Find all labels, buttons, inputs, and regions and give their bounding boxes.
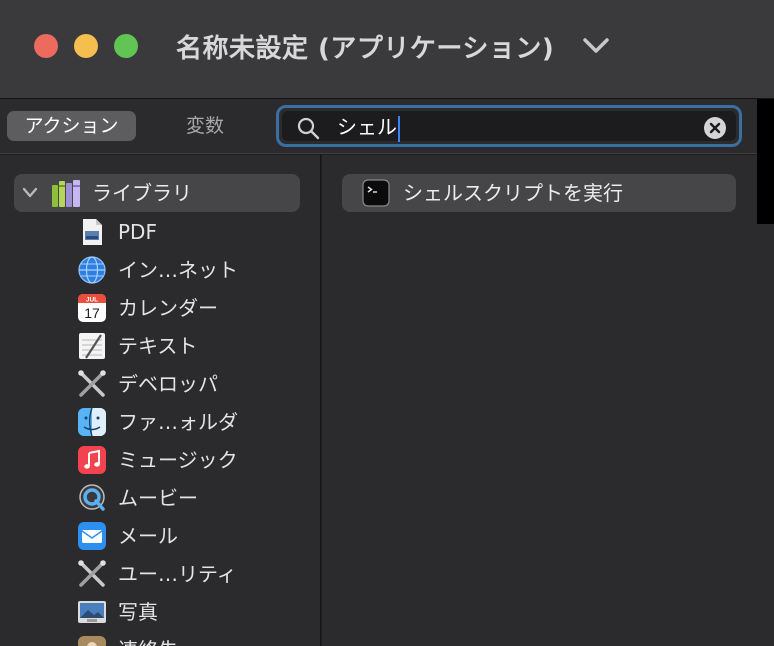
sidebar-item-label: カレンダー: [118, 296, 218, 320]
close-icon: [709, 122, 721, 134]
search-icon: [297, 117, 320, 140]
sidebar-item-pdf[interactable]: PDF: [77, 215, 317, 249]
sidebar-item-text[interactable]: テキスト: [77, 329, 317, 363]
contacts-icon: [78, 636, 106, 646]
search-input-value: シェル: [337, 115, 397, 139]
chevron-down-icon[interactable]: [22, 186, 38, 200]
search-field[interactable]: シェル: [276, 105, 742, 147]
sidebar-item-label: デベロッパ: [118, 372, 218, 396]
sidebar-item-label: 写真: [118, 600, 158, 624]
sidebar-item-label: ユー…リティ: [118, 562, 237, 586]
close-window-button[interactable]: [34, 34, 58, 58]
sidebar-item-library[interactable]: ライブラリ: [14, 174, 300, 212]
window-edge: [757, 99, 774, 224]
pdf-icon: [83, 219, 102, 245]
finder-icon: [78, 407, 106, 437]
sidebar-item-movies[interactable]: ムービー: [77, 481, 317, 515]
tab-variables[interactable]: 変数: [150, 111, 260, 141]
quicktime-icon: [79, 484, 105, 511]
sidebar-item-mail[interactable]: メール: [77, 519, 317, 553]
developer-tools-icon: [78, 370, 106, 397]
utilities-icon: [78, 560, 106, 587]
sidebar-item-photos[interactable]: 写真: [77, 595, 317, 629]
maximize-window-button[interactable]: [114, 34, 138, 58]
text-caret: [398, 115, 400, 142]
title-bar: 名称未設定 (アプリケーション): [0, 0, 774, 99]
sidebar-item-label: ムービー: [118, 486, 198, 510]
library-sidebar: ライブラリ PDF イン…ネット JUL 17 カレンダー テキスト デベロッパ…: [0, 155, 321, 646]
list-item-label: シェルスクリプトを実行: [403, 181, 623, 205]
window-title[interactable]: 名称未設定 (アプリケーション): [176, 28, 554, 65]
sidebar-item-developer[interactable]: デベロッパ: [77, 367, 317, 401]
tab-actions[interactable]: アクション: [7, 111, 136, 141]
clear-search-button[interactable]: [704, 117, 726, 139]
chevron-down-icon[interactable]: [582, 36, 610, 56]
scroll-gutter: [757, 224, 774, 646]
calendar-icon: JUL 17: [78, 294, 106, 322]
search-input[interactable]: シェル: [337, 113, 400, 142]
action-results-list: シェルスクリプトを実行: [322, 155, 757, 646]
library-toolbar: アクション 変数 シェル: [0, 99, 757, 154]
mail-icon: [78, 522, 106, 550]
globe-icon: [78, 256, 106, 284]
sidebar-item-label: テキスト: [118, 334, 198, 358]
minimize-window-button[interactable]: [74, 34, 98, 58]
search-field-inner[interactable]: シェル: [282, 111, 736, 142]
sidebar-item-utilities[interactable]: ユー…リティ: [77, 557, 317, 591]
terminal-icon: [362, 179, 390, 207]
library-icon: [52, 180, 80, 207]
sidebar-item-label: 連絡先: [118, 635, 178, 646]
calendar-icon-month: JUL: [86, 297, 98, 304]
sidebar-item-calendar[interactable]: JUL 17 カレンダー: [77, 291, 317, 325]
list-item-run-shell-script[interactable]: シェルスクリプトを実行: [342, 174, 736, 212]
sidebar-item-label: イン…ネット: [118, 258, 238, 282]
sidebar-item-label: メール: [118, 524, 178, 548]
photos-icon: [78, 601, 106, 623]
sidebar-item-contacts[interactable]: 連絡先: [77, 633, 317, 646]
music-icon: [78, 446, 106, 474]
sidebar-item-music[interactable]: ミュージック: [77, 443, 317, 477]
calendar-icon-day: 17: [84, 305, 100, 321]
sidebar-item-files-folders[interactable]: ファ…ォルダ: [77, 405, 317, 439]
sidebar-item-internet[interactable]: イン…ネット: [77, 253, 317, 287]
sidebar-item-label: ライブラリ: [92, 181, 192, 205]
sidebar-item-label: PDF: [118, 220, 157, 244]
sidebar-item-label: ファ…ォルダ: [118, 410, 238, 434]
text-edit-icon: [79, 333, 105, 359]
sidebar-item-label: ミュージック: [118, 448, 238, 472]
